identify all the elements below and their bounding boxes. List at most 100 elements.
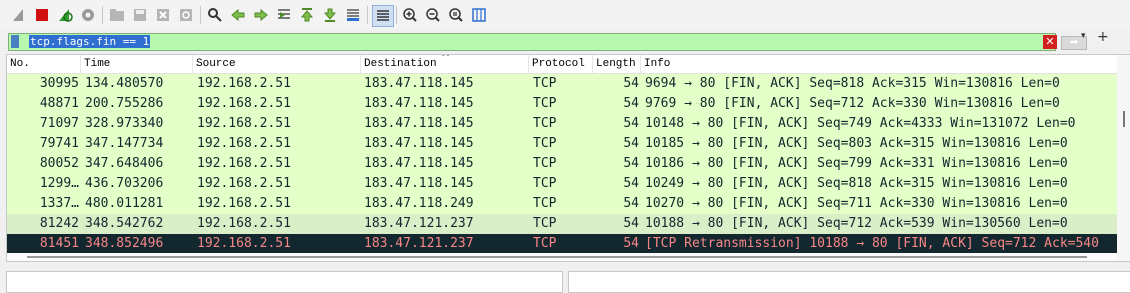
packet-destination: 183.47.118.145 [364,176,474,191]
packet-row[interactable]: 1299… 436.703206 192.168.2.51 183.47.118… [7,174,1117,194]
zoom-in-icon[interactable] [401,6,419,24]
packet-destination: 183.47.118.145 [364,76,474,91]
main-toolbar [0,0,1130,31]
packet-list-header: No. Time Source Destination ^ Protocol L… [7,55,1117,74]
column-header-no[interactable]: No. [7,55,81,73]
packet-no: 81242 [39,216,79,231]
packet-destination: 183.47.118.249 [364,196,474,211]
column-header-time[interactable]: Time [81,55,193,73]
packet-time: 347.147734 [85,136,164,151]
packet-source: 192.168.2.51 [197,76,291,91]
packet-protocol: TCP [533,96,557,111]
packet-destination: 183.47.118.145 [364,136,474,151]
packet-length: 54 [623,156,639,171]
packet-protocol: TCP [533,236,557,251]
go-to-packet-icon[interactable] [275,6,293,24]
packet-protocol: TCP [533,216,557,231]
column-header-length[interactable]: Length [593,55,641,73]
packet-length: 54 [623,196,639,211]
vertical-scroll-thumb[interactable] [1123,111,1125,127]
packet-destination: 183.47.121.237 [364,216,474,231]
packet-row[interactable]: 80052 347.648406 192.168.2.51 183.47.118… [7,154,1117,174]
column-header-info[interactable]: Info [641,55,1117,73]
packet-source: 192.168.2.51 [197,96,291,111]
shark-fin-start-icon[interactable] [10,6,28,24]
zoom-out-icon[interactable] [424,6,442,24]
packet-length: 54 [623,76,639,91]
packet-length: 54 [623,216,639,231]
filter-text[interactable]: tcp.flags.fin == 1 [29,35,151,48]
packet-row[interactable]: 71097 328.973340 192.168.2.51 183.47.118… [7,114,1117,134]
go-forward-icon[interactable] [252,6,270,24]
packet-info: [TCP Retransmission] 10188 → 80 [FIN, AC… [645,236,1099,251]
toolbar-separator [396,6,397,24]
first-packet-icon[interactable] [298,6,316,24]
packet-row[interactable]: 1337… 480.011281 192.168.2.51 183.47.118… [7,194,1117,214]
packet-time: 480.011281 [85,196,164,211]
column-header-source[interactable]: Source [193,55,361,73]
packet-source: 192.168.2.51 [197,196,291,211]
packet-time: 436.703206 [85,176,164,191]
packet-no: 80052 [39,156,79,171]
packet-time: 348.852496 [85,236,164,251]
packet-destination: 183.47.118.145 [364,156,474,171]
packet-row[interactable]: 48871 200.755286 192.168.2.51 183.47.118… [7,94,1117,114]
packet-protocol: TCP [533,196,557,211]
toolbar-separator [367,6,368,24]
packet-destination: 183.47.118.145 [364,116,474,131]
add-filter-button-icon[interactable]: + [1097,29,1109,45]
packet-length: 54 [623,176,639,191]
horizontal-scroll-thumb[interactable] [27,256,1087,258]
last-packet-icon[interactable] [321,6,339,24]
column-header-protocol[interactable]: Protocol [529,55,593,73]
resize-columns-icon[interactable] [470,6,488,24]
display-filter-bar: tcp.flags.fin == 1 ✕ ➡ ▾ + [0,29,1130,52]
packet-length: 54 [623,96,639,111]
filter-bookmark-icon[interactable] [11,35,19,48]
packet-protocol: TCP [533,76,557,91]
lower-panes [0,262,1130,293]
sort-ascending-icon: ^ [441,54,451,64]
find-icon[interactable] [206,6,224,24]
toolbar-separator [200,6,201,24]
packet-time: 328.973340 [85,116,164,131]
save-file-icon[interactable] [131,6,149,24]
packet-info: 10188 → 80 [FIN, ACK] Seq=712 Ack=539 Wi… [645,216,1068,231]
packet-source: 192.168.2.51 [197,136,291,151]
stop-icon[interactable] [33,6,51,24]
packet-no: 1337… [39,196,79,211]
packet-source: 192.168.2.51 [197,156,291,171]
zoom-normal-icon[interactable] [447,6,465,24]
open-file-icon[interactable] [108,6,126,24]
packet-row[interactable]: 79741 347.147734 192.168.2.51 183.47.118… [7,134,1117,154]
packet-details-pane[interactable] [6,271,563,293]
packet-no: 30995 [39,76,79,91]
packet-source: 192.168.2.51 [197,116,291,131]
display-filter-input[interactable]: tcp.flags.fin == 1 ✕ ➡ [8,33,1087,51]
packet-row[interactable]: 81242 348.542762 192.168.2.51 183.47.121… [7,214,1117,234]
packet-row[interactable]: 30995 134.480570 192.168.2.51 183.47.118… [7,74,1117,94]
packet-no: 79741 [39,136,79,151]
packet-time: 134.480570 [85,76,164,91]
reload-icon[interactable] [177,6,195,24]
restart-icon[interactable] [56,6,74,24]
packet-info: 10185 → 80 [FIN, ACK] Seq=803 Ack=315 Wi… [645,136,1068,151]
capture-options-icon[interactable] [79,6,97,24]
packet-no: 81451 [39,236,79,251]
colorize-icon[interactable] [372,5,394,27]
packet-protocol: TCP [533,136,557,151]
left-edge-fragment [0,56,5,64]
close-file-icon[interactable] [154,6,172,24]
filter-history-dropdown-icon[interactable]: ▾ [1081,31,1086,41]
go-back-icon[interactable] [229,6,247,24]
packet-length: 54 [623,136,639,151]
packet-source: 192.168.2.51 [197,176,291,191]
vertical-scrollbar[interactable] [1117,55,1130,261]
packet-row-selected[interactable]: 81451 348.852496 192.168.2.51 183.47.121… [7,234,1117,254]
horizontal-scrollbar[interactable] [7,253,1117,261]
clear-filter-icon[interactable]: ✕ [1043,35,1057,49]
autoscroll-icon[interactable] [344,6,362,24]
packet-length: 54 [623,116,639,131]
packet-no: 71097 [39,116,79,131]
packet-bytes-pane[interactable] [568,271,1130,293]
